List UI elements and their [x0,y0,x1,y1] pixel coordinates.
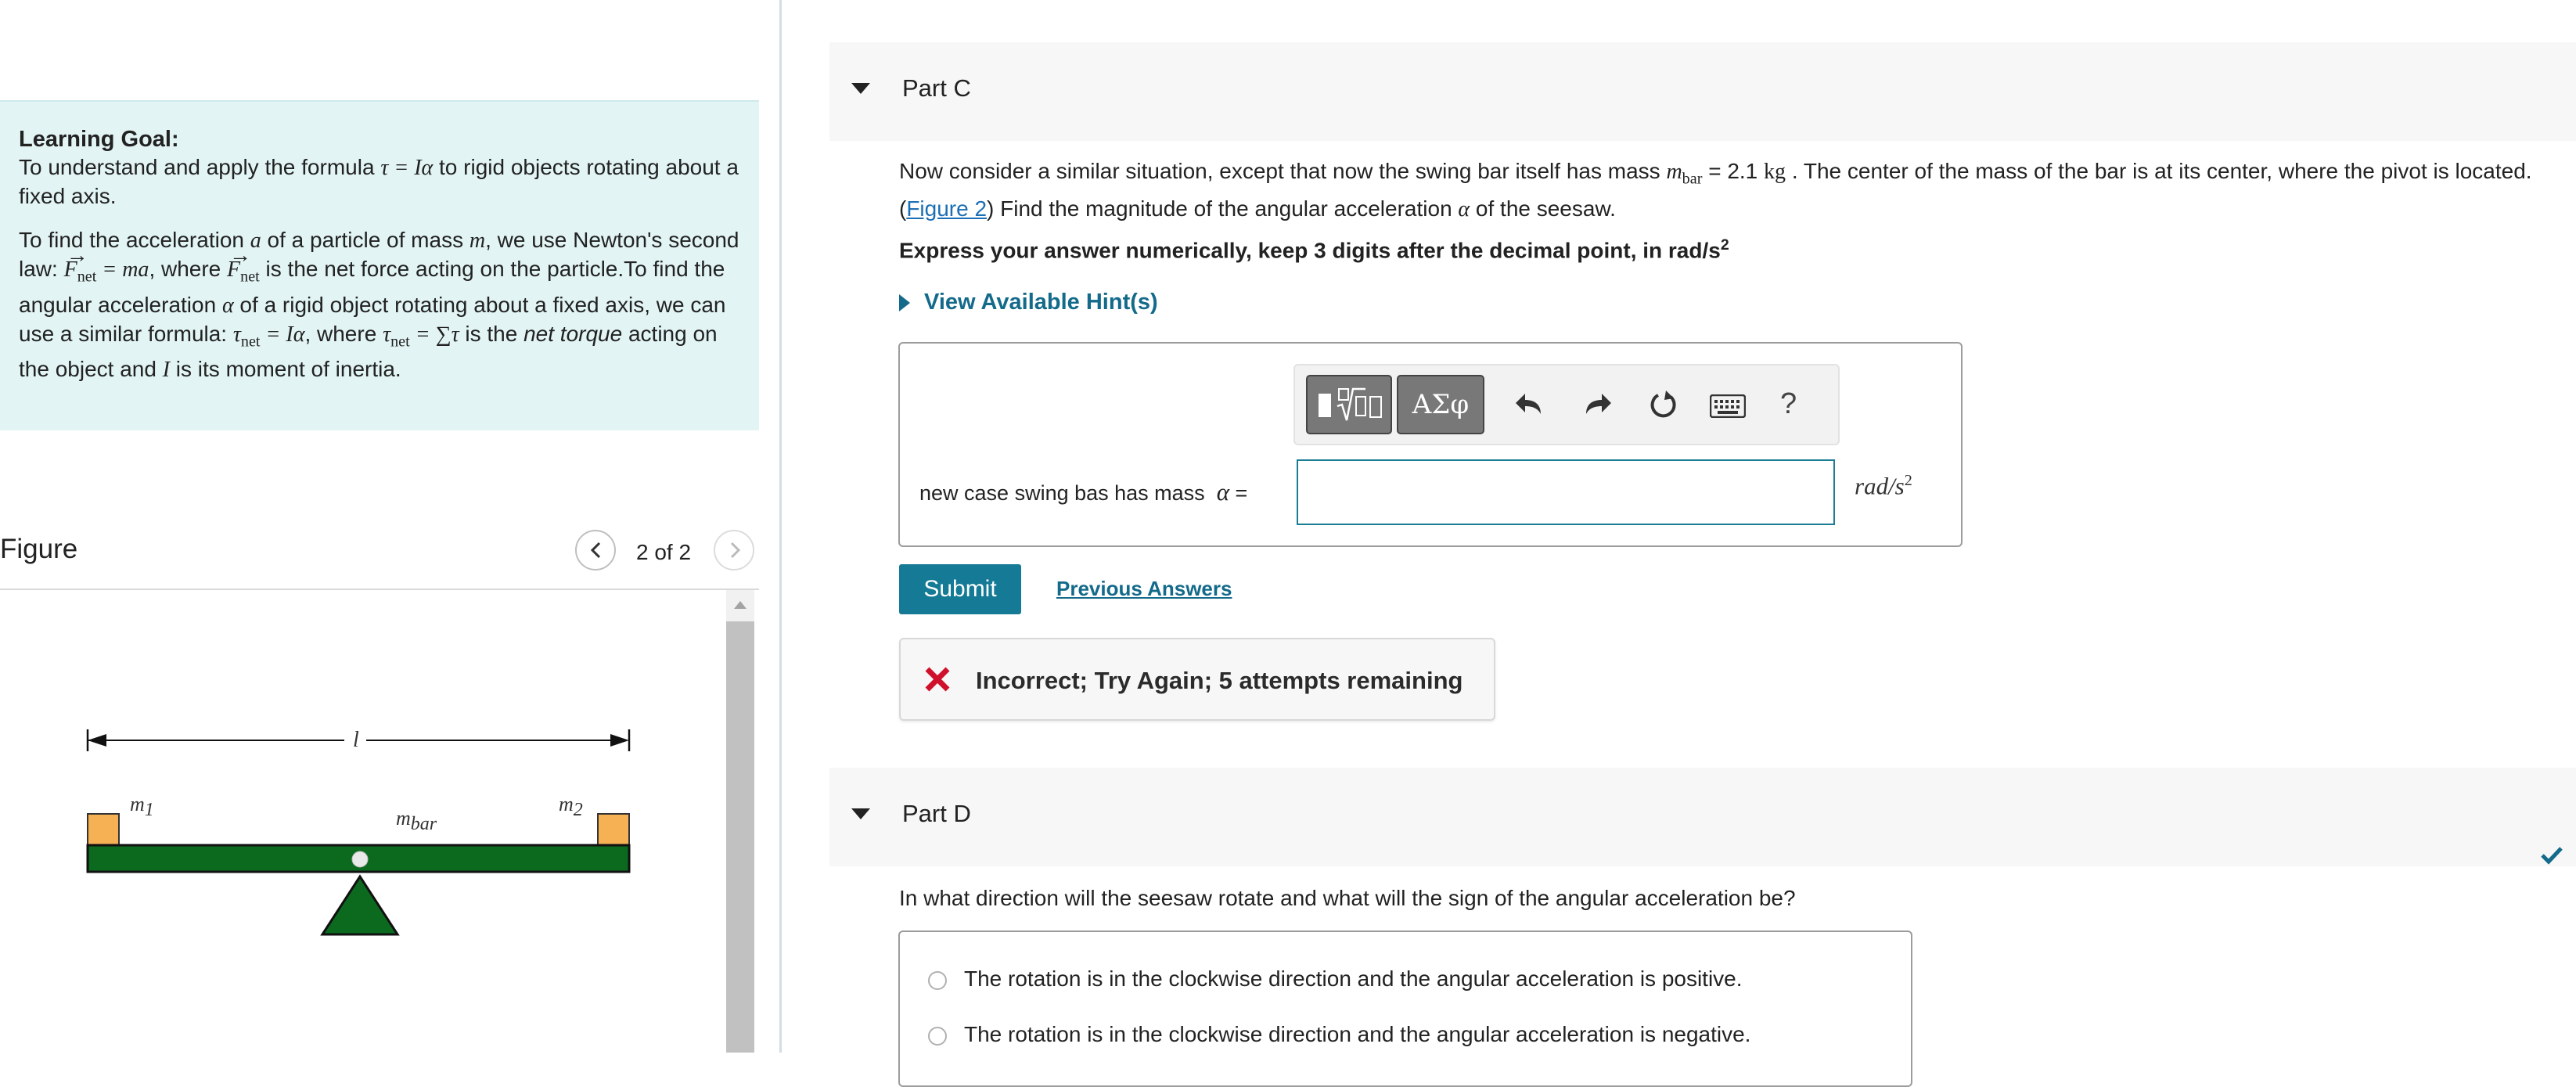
part-c-header[interactable]: Part C [829,42,2576,141]
checkmark-icon [2541,847,2563,865]
redo-icon[interactable] [1581,389,1613,420]
figure-prev-button[interactable] [575,530,616,570]
pivot-point [351,851,369,868]
length-label: l [353,728,359,752]
caret-down-icon [851,83,870,94]
templates-button[interactable] [1306,375,1392,434]
arrowhead-right [610,734,629,747]
figure-next-button[interactable] [714,530,754,570]
scrollbar-thumb[interactable] [726,621,754,1053]
feedback-box: Incorrect; Try Again; 5 attempts remaini… [899,638,1495,721]
symbols-button[interactable]: ΑΣφ [1397,375,1484,434]
net-torque-term: net torque [523,321,623,346]
part-d-question: In what direction will the seesaw rotate… [899,886,1796,910]
mass-m1-block [87,813,120,846]
learning-goal-line1: To understand and apply the formula τ = … [19,155,739,208]
right-pane: Part C Now consider a similar situation,… [829,0,2576,1087]
chevron-left-icon [590,542,601,559]
part-d-header[interactable]: Part D [829,768,2576,866]
figure-counter: 2 of 2 [636,540,692,564]
figure-scrollbar[interactable] [726,590,754,1053]
unit-label: rad/s2 [1855,472,1912,500]
alpha-answer-input[interactable] [1297,459,1835,525]
chevron-right-icon [730,542,741,559]
radio-button[interactable] [928,1026,947,1046]
pivot-triangle [320,874,400,936]
previous-answers-link[interactable]: Previous Answers [1056,577,1232,601]
incorrect-x-icon [925,667,950,692]
part-c-question: Now consider a similar situation, except… [899,159,2532,221]
arrowhead-left [88,734,106,747]
reset-icon[interactable] [1647,389,1680,422]
scroll-up-icon[interactable] [732,599,748,610]
answer-instructions: Express your answer numerically, keep 3 … [899,236,1729,263]
view-hints-toggle[interactable]: View Available Hint(s) [899,290,1158,315]
input-label: new case swing bas has mass α = [919,478,1248,506]
caret-right-icon [899,294,910,312]
math-toolbar: ΑΣφ ? [1293,364,1840,445]
left-pane: Learning Goal: To understand and apply t… [0,0,782,1053]
m1-label: m1 [130,793,154,820]
figure-2-link[interactable]: Figure 2 [906,196,987,221]
part-d-title: Part D [902,800,971,827]
undo-icon[interactable] [1514,389,1545,420]
figure-title: Figure [0,534,78,564]
figure-header: Figure 2 of 2 [0,524,759,590]
radio-button[interactable] [928,970,947,990]
part-c-title: Part C [902,74,971,102]
answer-options: The rotation is in the clockwise directi… [898,930,1912,1087]
answer-box: ΑΣφ ? new case swing bas has mass α = ra… [898,342,1963,547]
help-button[interactable]: ? [1780,387,1797,421]
keyboard-icon[interactable] [1710,394,1746,418]
option-clockwise-negative[interactable]: The rotation is in the clockwise directi… [928,1022,1750,1047]
caret-down-icon [851,808,870,819]
option-clockwise-positive[interactable]: The rotation is in the clockwise directi… [928,966,1743,992]
mbar-label: mbar [396,807,437,834]
learning-goal-box: Learning Goal: To understand and apply t… [0,100,759,430]
submit-button[interactable]: Submit [899,564,1021,614]
feedback-message: Incorrect; Try Again; 5 attempts remaini… [976,667,1463,694]
figure-image-area: l m1 mbar m2 [0,590,726,1053]
learning-goal-paragraph: To find the acceleration a of a particle… [19,228,739,383]
seesaw-diagram: l m1 mbar m2 [86,728,631,936]
learning-goal-heading: Learning Goal: [19,127,179,152]
m2-label: m2 [559,793,583,820]
mass-m2-block [597,813,630,846]
templates-icon [1319,387,1382,421]
formula-tau-i-alpha: τ = Iα [380,156,434,180]
